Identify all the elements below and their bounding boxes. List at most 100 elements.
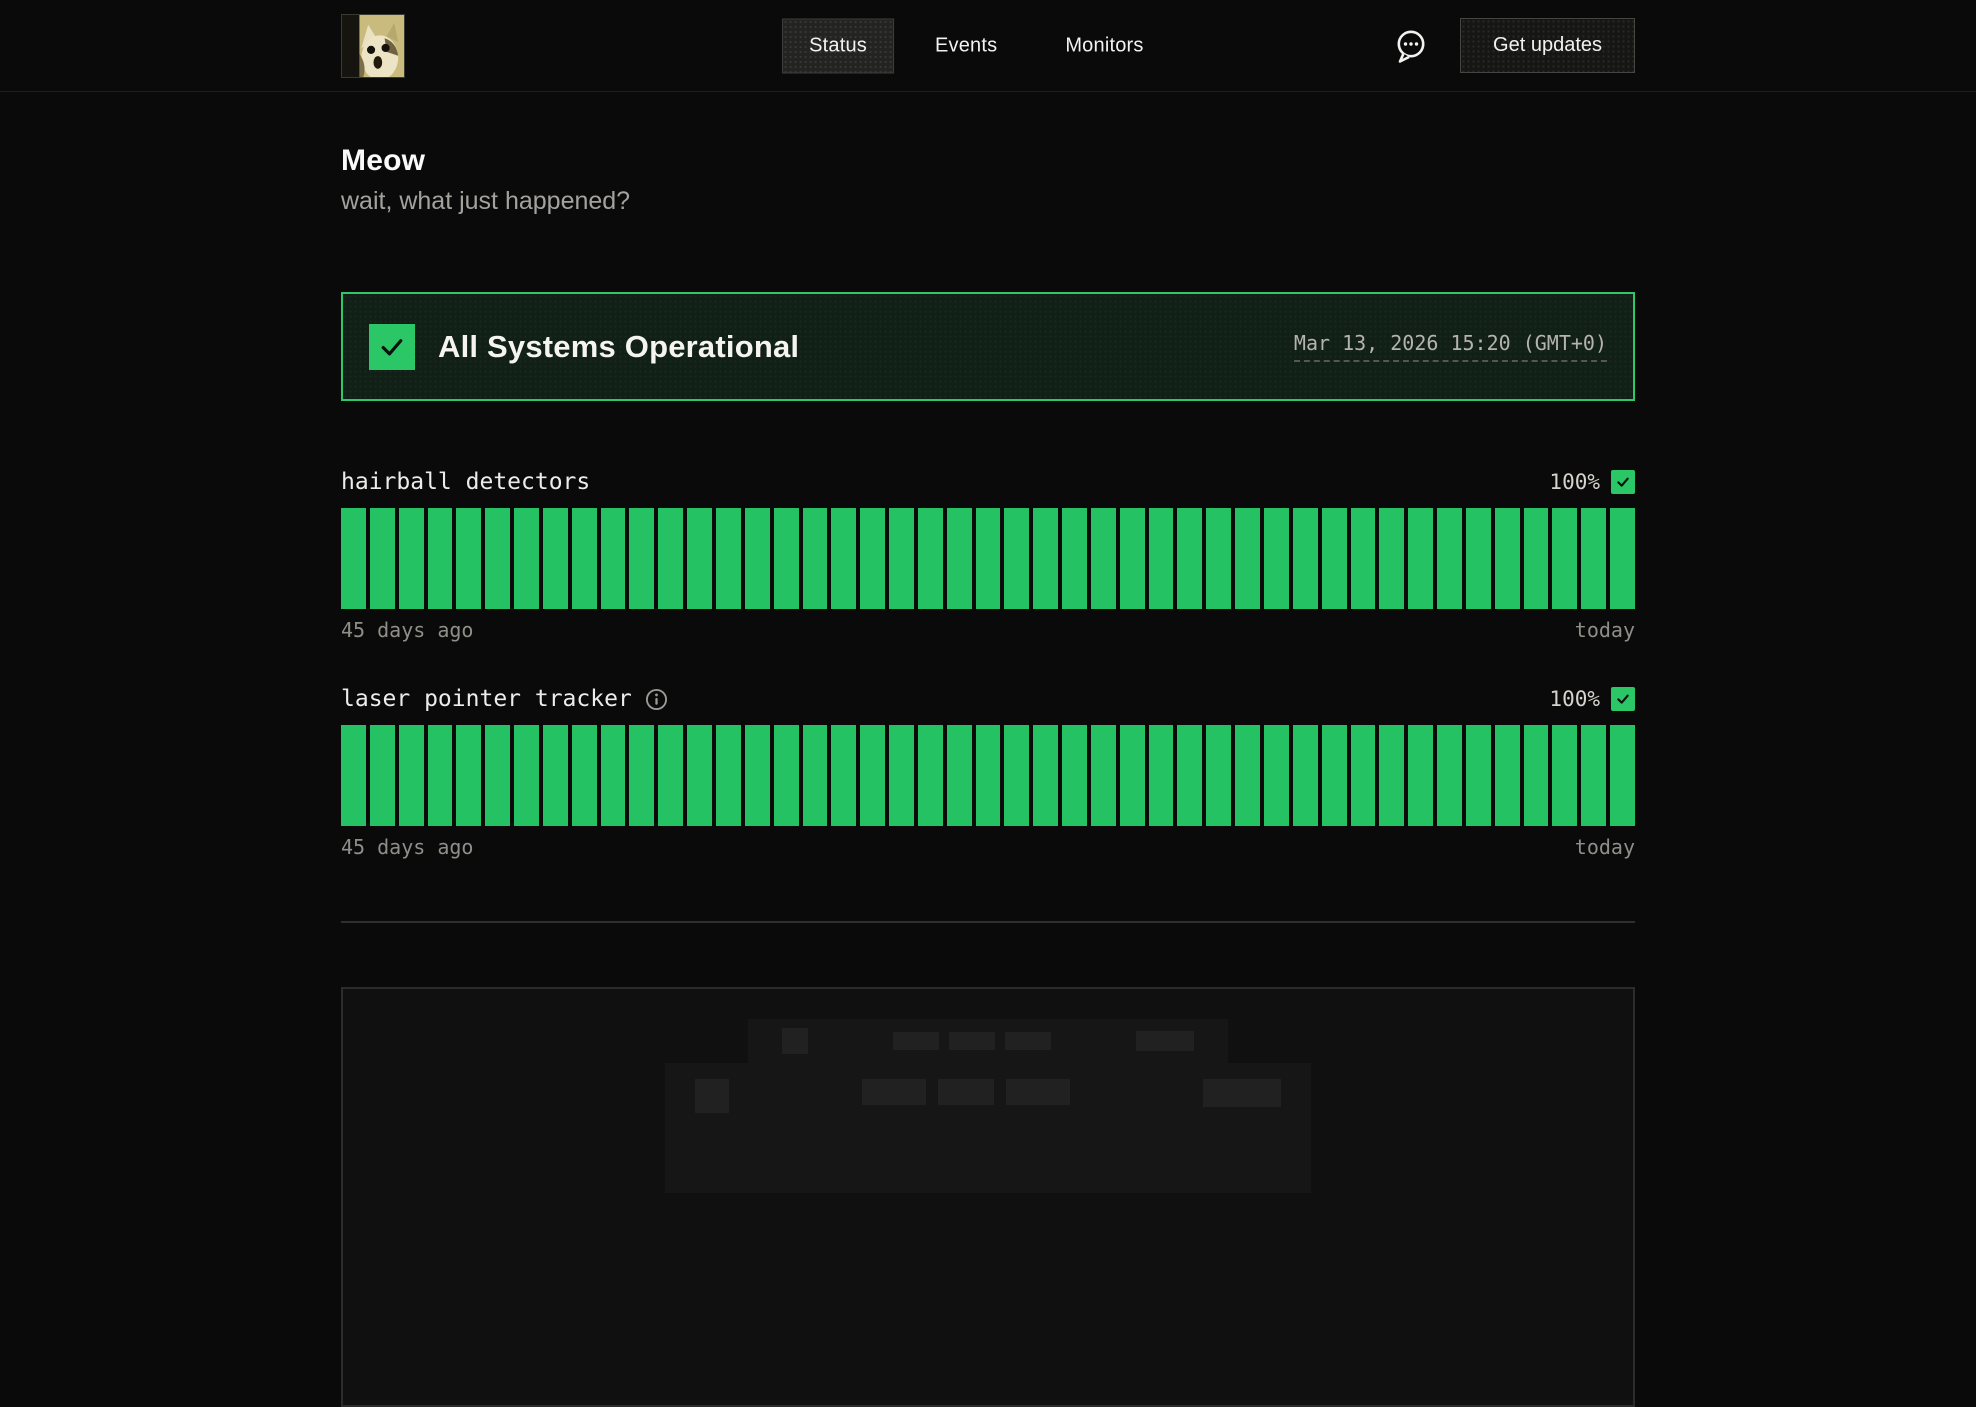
cat-logo[interactable] <box>341 14 405 78</box>
uptime-bar[interactable] <box>1062 725 1087 826</box>
uptime-bar[interactable] <box>918 508 943 609</box>
uptime-bar[interactable] <box>745 508 770 609</box>
preview-tab-block <box>1006 1079 1070 1105</box>
top-nav: Status Events Monitors Get updates <box>0 0 1976 92</box>
uptime-bar[interactable] <box>1581 725 1606 826</box>
uptime-bar[interactable] <box>1264 508 1289 609</box>
tab-events[interactable]: Events <box>908 18 1024 73</box>
uptime-bar[interactable] <box>1379 725 1404 826</box>
uptime-bar[interactable] <box>1351 725 1376 826</box>
uptime-bar[interactable] <box>341 725 366 826</box>
uptime-bar[interactable] <box>428 508 453 609</box>
uptime-bar[interactable] <box>1466 725 1491 826</box>
uptime-bar[interactable] <box>370 508 395 609</box>
uptime-bar[interactable] <box>803 508 828 609</box>
uptime-bar[interactable] <box>860 725 885 826</box>
uptime-bar[interactable] <box>1610 508 1635 609</box>
uptime-bar[interactable] <box>1004 508 1029 609</box>
uptime-bar[interactable] <box>1120 508 1145 609</box>
uptime-bar[interactable] <box>1293 725 1318 826</box>
uptime-bar[interactable] <box>658 725 683 826</box>
uptime-bar[interactable] <box>1495 725 1520 826</box>
uptime-bar[interactable] <box>831 725 856 826</box>
uptime-bar[interactable] <box>1293 508 1318 609</box>
uptime-bar[interactable] <box>803 725 828 826</box>
uptime-bar[interactable] <box>1351 508 1376 609</box>
uptime-bar[interactable] <box>629 508 654 609</box>
uptime-bar[interactable] <box>976 508 1001 609</box>
uptime-bar[interactable] <box>860 508 885 609</box>
uptime-bar[interactable] <box>1437 725 1462 826</box>
uptime-bar[interactable] <box>1379 508 1404 609</box>
uptime-bar[interactable] <box>831 508 856 609</box>
uptime-bar[interactable] <box>716 725 741 826</box>
uptime-bar[interactable] <box>514 508 539 609</box>
uptime-bar[interactable] <box>745 725 770 826</box>
uptime-bar[interactable] <box>1091 508 1116 609</box>
uptime-bar[interactable] <box>1091 725 1116 826</box>
tab-monitors[interactable]: Monitors <box>1038 18 1170 73</box>
uptime-bar[interactable] <box>1322 725 1347 826</box>
uptime-bar[interactable] <box>658 508 683 609</box>
uptime-bar[interactable] <box>341 508 366 609</box>
uptime-bar[interactable] <box>1149 508 1174 609</box>
uptime-bar[interactable] <box>1552 725 1577 826</box>
uptime-bar[interactable] <box>601 508 626 609</box>
chat-button[interactable] <box>1388 23 1434 69</box>
uptime-bar[interactable] <box>1581 508 1606 609</box>
uptime-bar[interactable] <box>1610 725 1635 826</box>
uptime-bar[interactable] <box>1177 508 1202 609</box>
uptime-bar[interactable] <box>543 508 568 609</box>
uptime-bar[interactable] <box>947 508 972 609</box>
uptime-bar[interactable] <box>774 725 799 826</box>
uptime-bar[interactable] <box>918 725 943 826</box>
uptime-bar[interactable] <box>889 508 914 609</box>
uptime-bar[interactable] <box>716 508 741 609</box>
uptime-bar[interactable] <box>572 725 597 826</box>
uptime-bar[interactable] <box>1264 725 1289 826</box>
uptime-bar[interactable] <box>976 725 1001 826</box>
tab-status[interactable]: Status <box>782 18 894 73</box>
uptime-bar[interactable] <box>1206 508 1231 609</box>
uptime-bar[interactable] <box>1495 508 1520 609</box>
uptime-bar[interactable] <box>1033 725 1058 826</box>
status-timestamp[interactable]: Mar 13, 2026 15:20 (GMT+0) <box>1294 331 1607 362</box>
uptime-bar[interactable] <box>399 508 424 609</box>
get-updates-button[interactable]: Get updates <box>1460 18 1635 73</box>
uptime-bar[interactable] <box>514 725 539 826</box>
uptime-bar[interactable] <box>1408 508 1433 609</box>
uptime-bar[interactable] <box>947 725 972 826</box>
uptime-bar[interactable] <box>687 725 712 826</box>
uptime-bar[interactable] <box>889 725 914 826</box>
uptime-bar[interactable] <box>399 725 424 826</box>
uptime-bar[interactable] <box>629 725 654 826</box>
uptime-bar[interactable] <box>1062 508 1087 609</box>
uptime-bar[interactable] <box>687 508 712 609</box>
uptime-bar[interactable] <box>1177 725 1202 826</box>
uptime-bar[interactable] <box>601 725 626 826</box>
uptime-bar[interactable] <box>1524 508 1549 609</box>
uptime-bar[interactable] <box>1235 725 1260 826</box>
uptime-bar[interactable] <box>1033 508 1058 609</box>
uptime-bar[interactable] <box>1004 725 1029 826</box>
uptime-bar[interactable] <box>1149 725 1174 826</box>
uptime-bar[interactable] <box>370 725 395 826</box>
uptime-bar[interactable] <box>428 725 453 826</box>
uptime-bar[interactable] <box>1466 508 1491 609</box>
uptime-bar[interactable] <box>1120 725 1145 826</box>
uptime-bar[interactable] <box>1524 725 1549 826</box>
uptime-bar[interactable] <box>456 725 481 826</box>
uptime-bar[interactable] <box>1437 508 1462 609</box>
uptime-bar[interactable] <box>485 725 510 826</box>
uptime-bar[interactable] <box>485 508 510 609</box>
uptime-bar[interactable] <box>1408 725 1433 826</box>
uptime-bar[interactable] <box>1552 508 1577 609</box>
uptime-bar[interactable] <box>543 725 568 826</box>
uptime-bar[interactable] <box>1206 725 1231 826</box>
uptime-bar[interactable] <box>456 508 481 609</box>
uptime-bar[interactable] <box>1322 508 1347 609</box>
uptime-bar[interactable] <box>572 508 597 609</box>
uptime-bar[interactable] <box>774 508 799 609</box>
uptime-bar[interactable] <box>1235 508 1260 609</box>
info-icon[interactable] <box>644 687 669 712</box>
